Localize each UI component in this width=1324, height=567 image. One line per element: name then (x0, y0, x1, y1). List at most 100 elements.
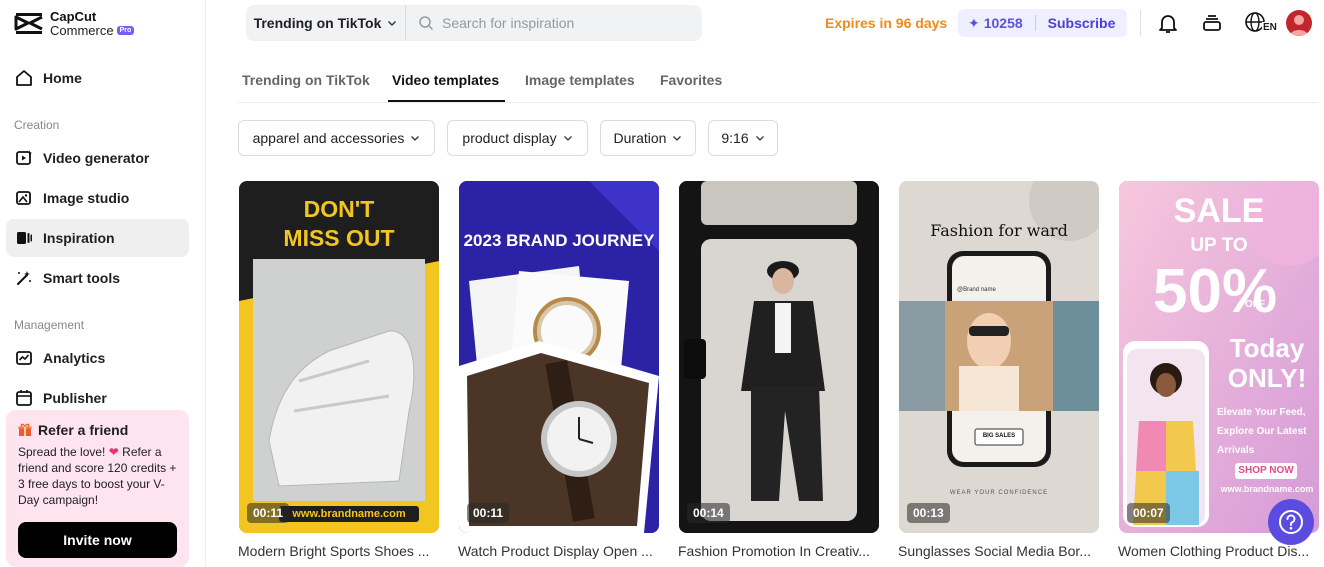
chevron-down-icon (673, 136, 682, 141)
credits-count: 10258 (983, 15, 1023, 31)
active-tab-indicator (388, 100, 505, 102)
card-footer-url: www.brandname.com (1220, 484, 1314, 494)
duration-badge: 00:11 (247, 503, 290, 523)
video-generator-icon (16, 150, 32, 165)
nav-smart-tools-label: Smart tools (43, 270, 121, 286)
search-scope-label: Trending on TikTok (253, 15, 382, 31)
filter-category[interactable]: apparel and accessories (238, 120, 435, 156)
capcut-logo-icon (14, 13, 43, 34)
card-headline-1: DON'T (303, 196, 375, 222)
chevron-down-icon (563, 136, 572, 141)
template-card[interactable]: SALE UP TO 50% OFF Today ONLY! Elevate Y… (1119, 181, 1319, 533)
nav-analytics[interactable]: Analytics (6, 339, 189, 377)
tab-video-templates[interactable]: Video templates (392, 72, 499, 88)
filter-duration-label: Duration (613, 130, 667, 146)
filter-type-label: product display (462, 130, 557, 146)
card-headline-1: SALE (1173, 192, 1265, 230)
duration-badge: 00:11 (467, 503, 510, 523)
content-tabs: Trending on TikTok Video templates Image… (238, 62, 1318, 103)
duration-badge: 00:07 (1127, 503, 1170, 523)
search-bar: Trending on TikTok Search for inspiratio… (246, 5, 702, 41)
search-input[interactable]: Search for inspiration (406, 15, 574, 31)
nav-smart-tools[interactable]: Smart tools (6, 259, 189, 297)
nav-inspiration[interactable]: Inspiration (6, 219, 189, 257)
calendar-icon (16, 390, 32, 406)
tab-favorites[interactable]: Favorites (660, 72, 722, 88)
card-badge: BIG SALES (982, 433, 1016, 439)
question-mark-icon (1279, 510, 1303, 534)
refer-title: Refer a friend (38, 422, 129, 438)
nav-video-generator-label: Video generator (43, 150, 150, 166)
magic-wand-icon (17, 271, 31, 285)
tab-image-templates[interactable]: Image templates (525, 72, 635, 88)
nav-image-studio-label: Image studio (43, 190, 130, 206)
filter-aspect-label: 9:16 (721, 130, 749, 146)
image-studio-icon (16, 191, 31, 205)
home-icon (16, 70, 32, 86)
card-caption[interactable]: Sunglasses Social Media Bor... (898, 543, 1098, 559)
refer-a-friend-card: Refer a friend Spread the love! ❤ Refer … (6, 410, 189, 567)
nav-inspiration-label: Inspiration (43, 230, 115, 246)
analytics-icon (16, 351, 32, 365)
gift-icon (18, 423, 32, 436)
avatar[interactable] (1286, 10, 1312, 36)
credits-badge[interactable]: ✦ 10258 Subscribe (958, 9, 1127, 37)
language-code: EN (1262, 22, 1278, 33)
card-headline-2: MISS OUT (283, 225, 395, 251)
stack-icon[interactable] (1200, 11, 1224, 35)
card-footer-url: www.brandname.com (292, 508, 406, 520)
user-avatar-icon (1290, 15, 1308, 36)
card-body-text: Elevate Your Feed, Explore Our Latest Ar… (1217, 407, 1307, 456)
section-management: Management (14, 318, 85, 332)
inspiration-icon (17, 232, 32, 244)
expires-notice[interactable]: Expires in 96 days (825, 15, 947, 31)
nav-image-studio[interactable]: Image studio (6, 179, 189, 217)
nav-home-label: Home (43, 70, 82, 86)
template-card[interactable]: DON'T MISS OUT www.brandname.com 00:11 (239, 181, 439, 533)
card-caption[interactable]: Watch Product Display Open ... (458, 543, 658, 559)
chevron-down-icon (411, 136, 420, 141)
duration-badge: 00:14 (687, 503, 730, 523)
template-card[interactable]: 00:14 (679, 181, 879, 533)
brand-sub: Commerce (50, 23, 114, 38)
search-icon (419, 16, 434, 31)
filter-duration[interactable]: Duration (600, 120, 696, 156)
card-handle: @Brand name (957, 287, 996, 293)
nav-video-generator[interactable]: Video generator (6, 139, 189, 177)
duration-badge: 00:13 (907, 503, 950, 523)
subscribe-link[interactable]: Subscribe (1048, 15, 1116, 31)
template-card[interactable]: Fashion for ward @Brand name BIG SALES W… (899, 181, 1099, 533)
tab-trending[interactable]: Trending on TikTok (242, 72, 370, 88)
filter-aspect-ratio[interactable]: 9:16 (708, 120, 778, 156)
bell-icon[interactable] (1156, 11, 1180, 35)
refer-text-1: Spread the love! (18, 445, 106, 459)
sparkle-icon: ✦ (968, 14, 980, 31)
card-caption[interactable]: Women Clothing Product Dis... (1118, 543, 1318, 559)
chevron-down-icon (755, 136, 764, 141)
capcut-commerce-logo[interactable]: CapCut Commerce Pro (14, 9, 135, 38)
sidebar: CapCut Commerce Pro Home Creation Video g… (0, 0, 206, 567)
chevron-down-icon (388, 21, 397, 26)
template-thumbnail (679, 181, 879, 533)
card-caption[interactable]: Fashion Promotion In Creativ... (678, 543, 878, 559)
nav-analytics-label: Analytics (43, 350, 106, 366)
pro-badge: Pro (116, 26, 135, 35)
top-bar: Trending on TikTok Search for inspiratio… (206, 0, 1324, 46)
filter-category-label: apparel and accessories (252, 130, 405, 146)
card-headline-5: ONLY! (1227, 363, 1307, 393)
card-shop-now: SHOP NOW (1235, 463, 1297, 479)
card-caption[interactable]: Modern Bright Sports Shoes ... (238, 543, 438, 559)
help-button[interactable] (1268, 499, 1314, 545)
card-footer: WEAR YOUR CONFIDENCE (949, 490, 1049, 496)
card-off-label: OFF (1245, 299, 1265, 310)
brand-name: CapCut (50, 9, 97, 24)
search-placeholder: Search for inspiration (442, 15, 575, 31)
card-headline-3: 50% (1153, 257, 1278, 326)
search-scope-dropdown[interactable]: Trending on TikTok (246, 5, 406, 41)
card-headline-2: UP TO (1190, 235, 1248, 256)
invite-now-button[interactable]: Invite now (18, 522, 177, 558)
filter-type[interactable]: product display (447, 120, 588, 156)
nav-publisher-label: Publisher (43, 390, 107, 406)
nav-home[interactable]: Home (6, 59, 189, 97)
template-card[interactable]: 2023 BRAND JOURNEY 00:11 (459, 181, 659, 533)
